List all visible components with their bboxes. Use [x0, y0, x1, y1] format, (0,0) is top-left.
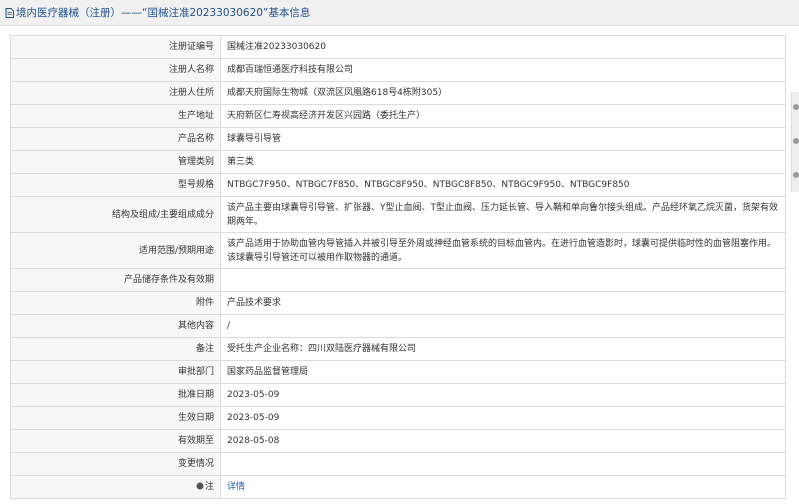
row-value: 国械注准20233030620 — [220, 35, 786, 59]
row-label: 型号规格 — [10, 173, 221, 197]
table-row: 适用范围/预期用途 该产品适用于协助血管内导管插入并被引导至外周或神经血管系统的… — [10, 232, 786, 269]
row-label: 产品名称 — [10, 127, 221, 151]
row-value: 第三类 — [220, 150, 786, 174]
table-row: 注册人名称 成都百瑞恒通医疗科技有限公司 — [10, 58, 786, 82]
note-icon — [196, 481, 204, 490]
row-value: 国家药品监督管理局 — [220, 360, 786, 384]
row-label: 管理类别 — [10, 150, 221, 174]
row-value: 2023-05-09 — [220, 383, 786, 407]
note-label: 注 — [204, 482, 214, 492]
row-label: 注册人住所 — [10, 81, 221, 105]
table-row: 批准日期 2023-05-09 — [10, 383, 786, 407]
row-value: 受托生产企业名称：四川双陆医疗器械有限公司 — [220, 337, 786, 361]
row-label: 备注 — [10, 337, 221, 361]
table-row: 管理类别 第三类 — [10, 150, 786, 174]
note-row: 注 详情 — [10, 475, 786, 499]
note-label-cell: 注 — [10, 475, 221, 499]
table-row: 型号规格 NTBGC7F950、NTBGC7F850、NTBGC8F950、NT… — [10, 173, 786, 197]
row-value: 成都百瑞恒通医疗科技有限公司 — [220, 58, 786, 82]
table-row: 生效日期 2023-05-09 — [10, 406, 786, 430]
row-value — [220, 452, 786, 476]
side-dot-icon — [793, 104, 799, 110]
side-dot-icon — [793, 172, 799, 178]
details-link[interactable]: 详情 — [227, 482, 245, 492]
side-dot-icon — [793, 138, 799, 144]
side-scroll-strip[interactable] — [791, 92, 799, 192]
row-value: 球囊导引导管 — [220, 127, 786, 151]
table-row: 审批部门 国家药品监督管理局 — [10, 360, 786, 384]
table-row: 产品名称 球囊导引导管 — [10, 127, 786, 151]
table-row: 注册证编号 国械注准20233030620 — [10, 35, 786, 59]
row-label: 产品储存条件及有效期 — [10, 268, 221, 292]
row-value: / — [220, 314, 786, 338]
table-row: 其他内容 / — [10, 314, 786, 338]
document-icon — [5, 7, 14, 18]
table-row: 结构及组成/主要组成成分 该产品主要由球囊导引导管、扩张器、Y型止血阀、T型止血… — [10, 196, 786, 233]
table-row: 注册人住所 成都天府国际生物城（双流区凤凰路618号4栋附305） — [10, 81, 786, 105]
row-label: 其他内容 — [10, 314, 221, 338]
table-row: 备注 受托生产企业名称：四川双陆医疗器械有限公司 — [10, 337, 786, 361]
row-value: 成都天府国际生物城（双流区凤凰路618号4栋附305） — [220, 81, 786, 105]
row-label: 审批部门 — [10, 360, 221, 384]
row-label: 生产地址 — [10, 104, 221, 128]
row-value: 该产品主要由球囊导引导管、扩张器、Y型止血阀、T型止血阀、压力延长管、导入鞘和单… — [220, 196, 786, 233]
info-table: 注册证编号 国械注准20233030620 注册人名称 成都百瑞恒通医疗科技有限… — [10, 35, 786, 499]
row-label: 注册证编号 — [10, 35, 221, 59]
page-title-bar: 境内医疗器械（注册）——“国械注准20233030620”基本信息 — [0, 0, 799, 26]
row-label: 注册人名称 — [10, 58, 221, 82]
row-value: 天府新区仁寿视高经济开发区兴园路（委托生产） — [220, 104, 786, 128]
table-row: 生产地址 天府新区仁寿视高经济开发区兴园路（委托生产） — [10, 104, 786, 128]
page-title: 境内医疗器械（注册）——“国械注准20233030620”基本信息 — [16, 7, 311, 19]
row-label: 附件 — [10, 291, 221, 315]
row-label: 变更情况 — [10, 452, 221, 476]
table-row: 附件 产品技术要求 — [10, 291, 786, 315]
note-value-cell: 详情 — [220, 475, 786, 499]
row-value: NTBGC7F950、NTBGC7F850、NTBGC8F950、NTBGC8F… — [220, 173, 786, 197]
row-value: 该产品适用于协助血管内导管插入并被引导至外周或神经血管系统的目标血管内。在进行血… — [220, 232, 786, 269]
table-row: 变更情况 — [10, 452, 786, 476]
row-label: 批准日期 — [10, 383, 221, 407]
row-value: 2023-05-09 — [220, 406, 786, 430]
row-label: 有效期至 — [10, 429, 221, 453]
row-label: 结构及组成/主要组成成分 — [10, 196, 221, 233]
table-row: 有效期至 2028-05-08 — [10, 429, 786, 453]
row-value — [220, 268, 786, 292]
row-label: 适用范围/预期用途 — [10, 232, 221, 269]
row-value: 2028-05-08 — [220, 429, 786, 453]
table-row: 产品储存条件及有效期 — [10, 268, 786, 292]
row-label: 生效日期 — [10, 406, 221, 430]
row-value: 产品技术要求 — [220, 291, 786, 315]
